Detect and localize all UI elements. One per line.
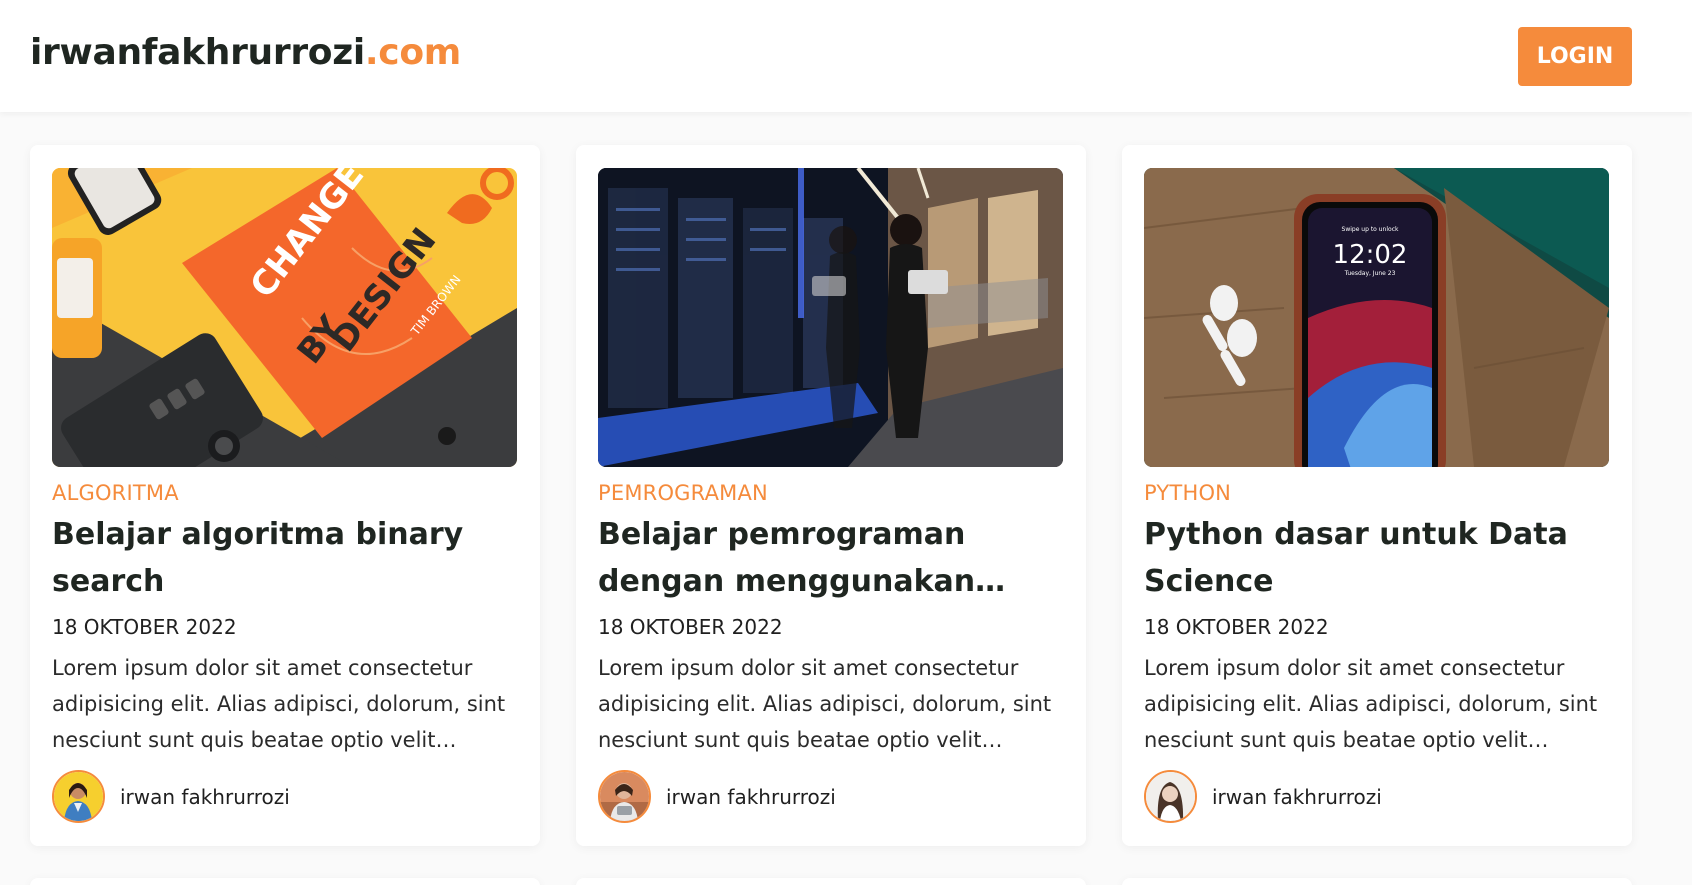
login-button[interactable]: LOGIN bbox=[1518, 27, 1632, 86]
post-card-partial bbox=[576, 878, 1086, 885]
post-title[interactable]: Belajar algoritma binary search bbox=[52, 511, 518, 605]
post-title[interactable]: Belajar pemrograman dengan menggunakan… bbox=[598, 511, 1064, 605]
book-desk-photo: CHANGE BY DESIGN TIM BROWN bbox=[52, 168, 517, 467]
author-name[interactable]: irwan fakhrurrozi bbox=[1212, 785, 1382, 809]
post-excerpt: Lorem ipsum dolor sit amet consectetur a… bbox=[52, 656, 506, 752]
post-date: 18 OKTOBER 2022 bbox=[598, 615, 783, 639]
phone-clock-text: 12:02 bbox=[1333, 240, 1408, 270]
post-card[interactable]: CHANGE BY DESIGN TIM BROWN ALGORITMA Bel… bbox=[30, 145, 540, 846]
site-logo[interactable]: irwanfakhrurrozi.com bbox=[30, 32, 461, 73]
phone-airpods-photo: Swipe up to unlock 12:02 Tuesday, June 2… bbox=[1144, 168, 1609, 467]
author-name[interactable]: irwan fakhrurrozi bbox=[666, 785, 836, 809]
post-thumbnail[interactable] bbox=[598, 168, 1063, 467]
author-avatar[interactable] bbox=[1144, 770, 1197, 823]
brand-name: irwanfakhrurrozi bbox=[30, 32, 365, 73]
author-name[interactable]: irwan fakhrurrozi bbox=[120, 785, 290, 809]
post-thumbnail[interactable]: Swipe up to unlock 12:02 Tuesday, June 2… bbox=[1144, 168, 1609, 467]
post-excerpt: Lorem ipsum dolor sit amet consectetur a… bbox=[598, 656, 1052, 752]
post-date: 18 OKTOBER 2022 bbox=[52, 615, 237, 639]
post-excerpt: Lorem ipsum dolor sit amet consectetur a… bbox=[1144, 656, 1598, 752]
post-category[interactable]: PEMROGRAMAN bbox=[598, 481, 768, 505]
post-category[interactable]: PYTHON bbox=[1144, 481, 1231, 505]
brand-tld: .com bbox=[364, 32, 461, 73]
post-date: 18 OKTOBER 2022 bbox=[1144, 615, 1329, 639]
post-card-partial bbox=[1122, 878, 1632, 885]
phone-unlock-text: Swipe up to unlock bbox=[1342, 226, 1399, 233]
post-title[interactable]: Python dasar untuk Data Science bbox=[1144, 511, 1610, 605]
post-card-partial bbox=[30, 878, 540, 885]
post-card[interactable]: PEMROGRAMAN Belajar pemrograman dengan m… bbox=[576, 145, 1086, 846]
site-header: irwanfakhrurrozi.com LOGIN bbox=[0, 0, 1692, 112]
post-category[interactable]: ALGORITMA bbox=[52, 481, 179, 505]
post-card[interactable]: Swipe up to unlock 12:02 Tuesday, June 2… bbox=[1122, 145, 1632, 846]
phone-date-text: Tuesday, June 23 bbox=[1344, 270, 1396, 277]
post-thumbnail[interactable]: CHANGE BY DESIGN TIM BROWN bbox=[52, 168, 517, 467]
author-avatar[interactable] bbox=[598, 770, 651, 823]
server-room-photo bbox=[598, 168, 1063, 467]
author-avatar[interactable] bbox=[52, 770, 105, 823]
